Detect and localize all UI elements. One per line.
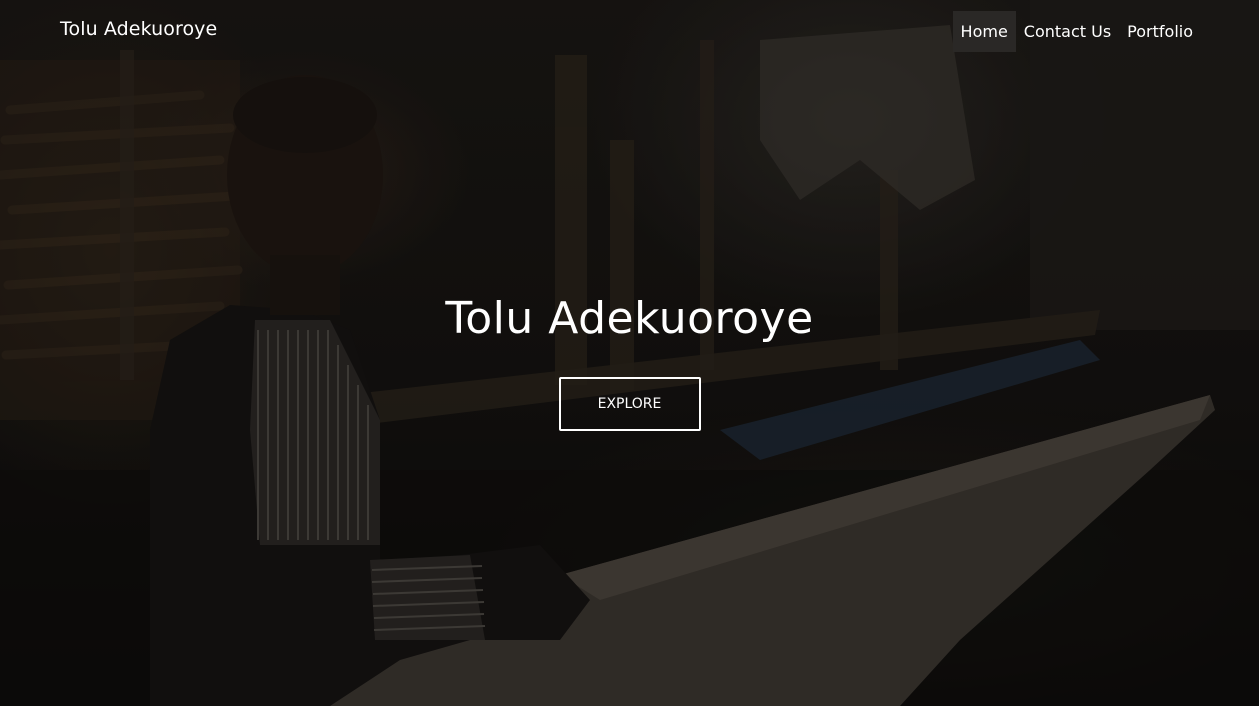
brand-link[interactable]: Tolu Adekuoroye [60, 18, 217, 40]
explore-button[interactable]: EXPLORE [558, 377, 701, 431]
navbar: Tolu Adekuoroye Home Contact Us Portfoli… [0, 0, 1259, 62]
hero-section: Tolu Adekuoroye Home Contact Us Portfoli… [0, 0, 1259, 706]
hero-content: Tolu Adekuoroye EXPLORE [0, 288, 1259, 431]
nav-links: Home Contact Us Portfolio [952, 11, 1201, 52]
nav-link-contact-us[interactable]: Contact Us [1016, 11, 1119, 52]
hero-title: Tolu Adekuoroye [445, 293, 814, 344]
nav-link-home[interactable]: Home [952, 11, 1016, 52]
nav-link-portfolio[interactable]: Portfolio [1119, 11, 1201, 52]
